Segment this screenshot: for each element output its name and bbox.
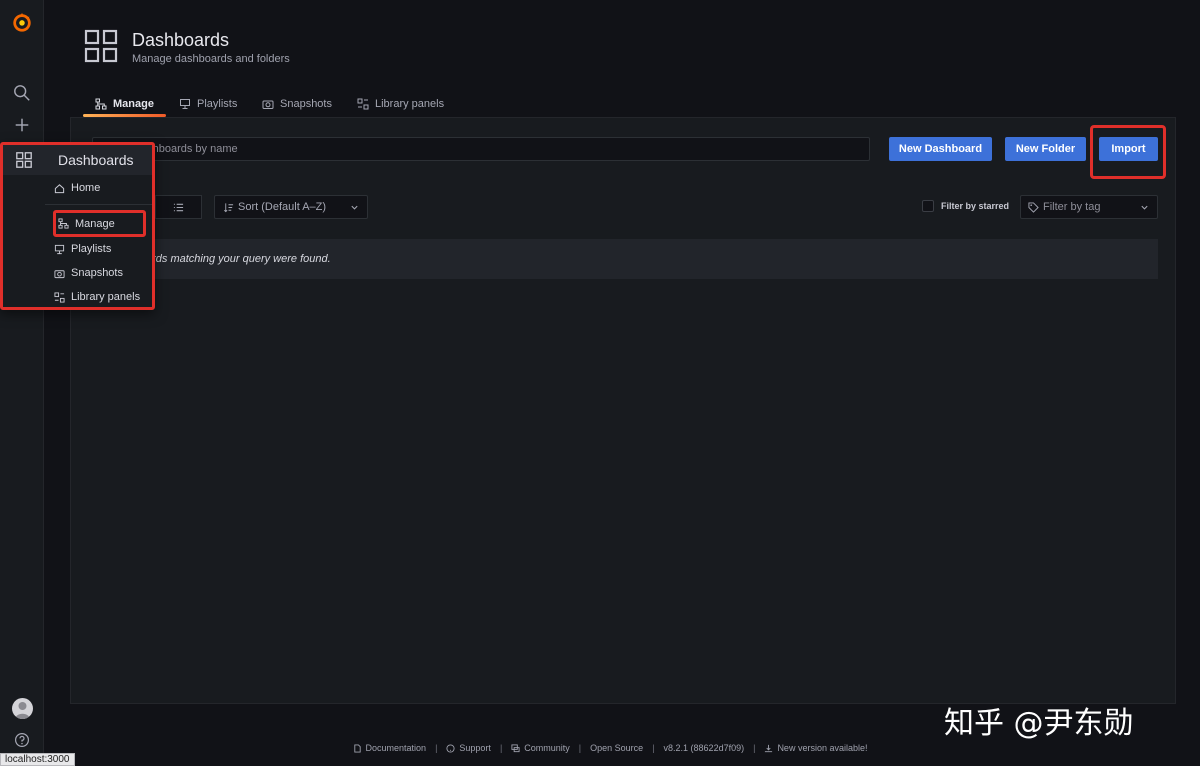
flyout-item-label: Manage [75, 217, 115, 230]
search-icon[interactable] [0, 78, 44, 108]
question-circle-icon [446, 743, 455, 753]
comments-icon [511, 743, 520, 752]
filter-starred-checkbox[interactable]: Filter by starred [922, 200, 1009, 212]
page-title: Dashboards [132, 30, 230, 50]
side-nav [0, 0, 44, 766]
tag-icon [1028, 201, 1039, 213]
library-panel-icon [54, 291, 65, 303]
tab-label: Snapshots [280, 98, 332, 110]
tab-label: Manage [113, 98, 154, 110]
sort-select[interactable]: Sort (Default A–Z) [214, 195, 368, 219]
tab-snapshots[interactable]: Snapshots [262, 92, 332, 116]
list-icon [173, 203, 184, 211]
flyout-item-manage[interactable]: Manage [53, 210, 146, 237]
footer-separator: | [753, 743, 756, 753]
flyout-item-library-panels[interactable]: Library panels [54, 286, 148, 308]
presentation-icon [180, 99, 190, 109]
flyout-item-label: Snapshots [71, 267, 123, 279]
footer-community-link[interactable]: Community [511, 743, 570, 753]
footer-separator: | [435, 743, 438, 753]
footer-separator: | [652, 743, 655, 753]
empty-results-text: ards matching your query were found. [146, 253, 331, 265]
home-icon [54, 183, 65, 193]
document-icon [353, 743, 361, 753]
tab-label: Playlists [197, 98, 238, 110]
sitemap-icon [58, 218, 69, 229]
user-avatar[interactable] [12, 698, 33, 719]
sort-label: Sort (Default A–Z) [238, 201, 327, 213]
download-icon [765, 744, 773, 752]
presentation-icon [54, 244, 65, 254]
footer-version-label: v8.2.1 (88622d7f09) [663, 743, 745, 753]
flyout-header[interactable]: Dashboards [3, 145, 152, 175]
dashboards-icon [16, 152, 32, 168]
new-dashboard-button[interactable]: New Dashboard [889, 137, 992, 161]
dashboards-page-icon [84, 29, 118, 63]
flyout-item-home[interactable]: Home [54, 177, 148, 199]
footer-version: v8.2.1 (88622d7f09) [664, 743, 745, 753]
camera-icon [262, 100, 274, 109]
footer-link-label: Documentation [365, 743, 427, 753]
empty-results-message: ards matching your query were found. [89, 239, 1158, 279]
checkbox-box[interactable] [922, 200, 934, 212]
grafana-logo-icon [13, 12, 31, 32]
footer-separator: | [578, 743, 582, 753]
chevron-down-icon [1141, 205, 1149, 210]
flyout-title: Dashboards [58, 152, 134, 168]
footer-link-label: Support [459, 743, 491, 753]
flyout-item-label: Home [71, 182, 101, 194]
tag-filter-select[interactable]: Filter by tag [1020, 195, 1158, 219]
tab-manage[interactable]: Manage [95, 92, 154, 116]
footer-link-label: Community [524, 743, 570, 753]
list-view-toggle[interactable] [155, 195, 202, 219]
sitemap-icon [95, 98, 107, 110]
tab-playlists[interactable]: Playlists [179, 92, 237, 116]
flyout-item-label: Playlists [71, 243, 112, 255]
user-avatar-icon [15, 702, 30, 719]
search-input[interactable] [92, 137, 870, 161]
footer: Documentation | Support | Community | Op… [0, 741, 1200, 755]
tab-label: Library panels [375, 98, 445, 110]
footer-link-label: Open Source [590, 743, 644, 753]
dashboards-flyout-menu: Dashboards Home Manage Playlists Snapsho… [0, 142, 155, 310]
tab-library-panels[interactable]: Library panels [357, 92, 444, 116]
filter-starred-label: Filter by starred [941, 201, 1010, 211]
footer-documentation-link[interactable]: Documentation [353, 743, 427, 753]
footer-support-link[interactable]: Support [446, 743, 491, 753]
active-tab-indicator [83, 114, 166, 117]
tag-filter-label: Filter by tag [1043, 201, 1101, 213]
footer-open-source-link[interactable]: Open Source [590, 743, 643, 753]
plus-icon[interactable] [0, 110, 44, 140]
flyout-divider [45, 204, 152, 205]
new-folder-button[interactable]: New Folder [1005, 137, 1086, 161]
flyout-item-label: Library panels [71, 291, 141, 303]
import-highlight-box [1090, 125, 1166, 179]
footer-separator: | [499, 743, 503, 753]
library-panel-icon [357, 98, 369, 110]
flyout-item-snapshots[interactable]: Snapshots [54, 262, 148, 284]
page-subtitle: Manage dashboards and folders [132, 53, 290, 65]
footer-link-label: New version available! [777, 743, 868, 753]
camera-icon [54, 269, 65, 278]
browser-status-url: localhost:3000 [0, 753, 75, 766]
flyout-item-playlists[interactable]: Playlists [54, 238, 148, 260]
chevron-down-icon [351, 205, 358, 210]
grafana-logo[interactable] [0, 6, 44, 38]
footer-new-version-link[interactable]: New version available! [764, 743, 867, 753]
watermark: 知乎 @尹东勋 [944, 706, 1134, 741]
sort-icon [224, 202, 234, 212]
